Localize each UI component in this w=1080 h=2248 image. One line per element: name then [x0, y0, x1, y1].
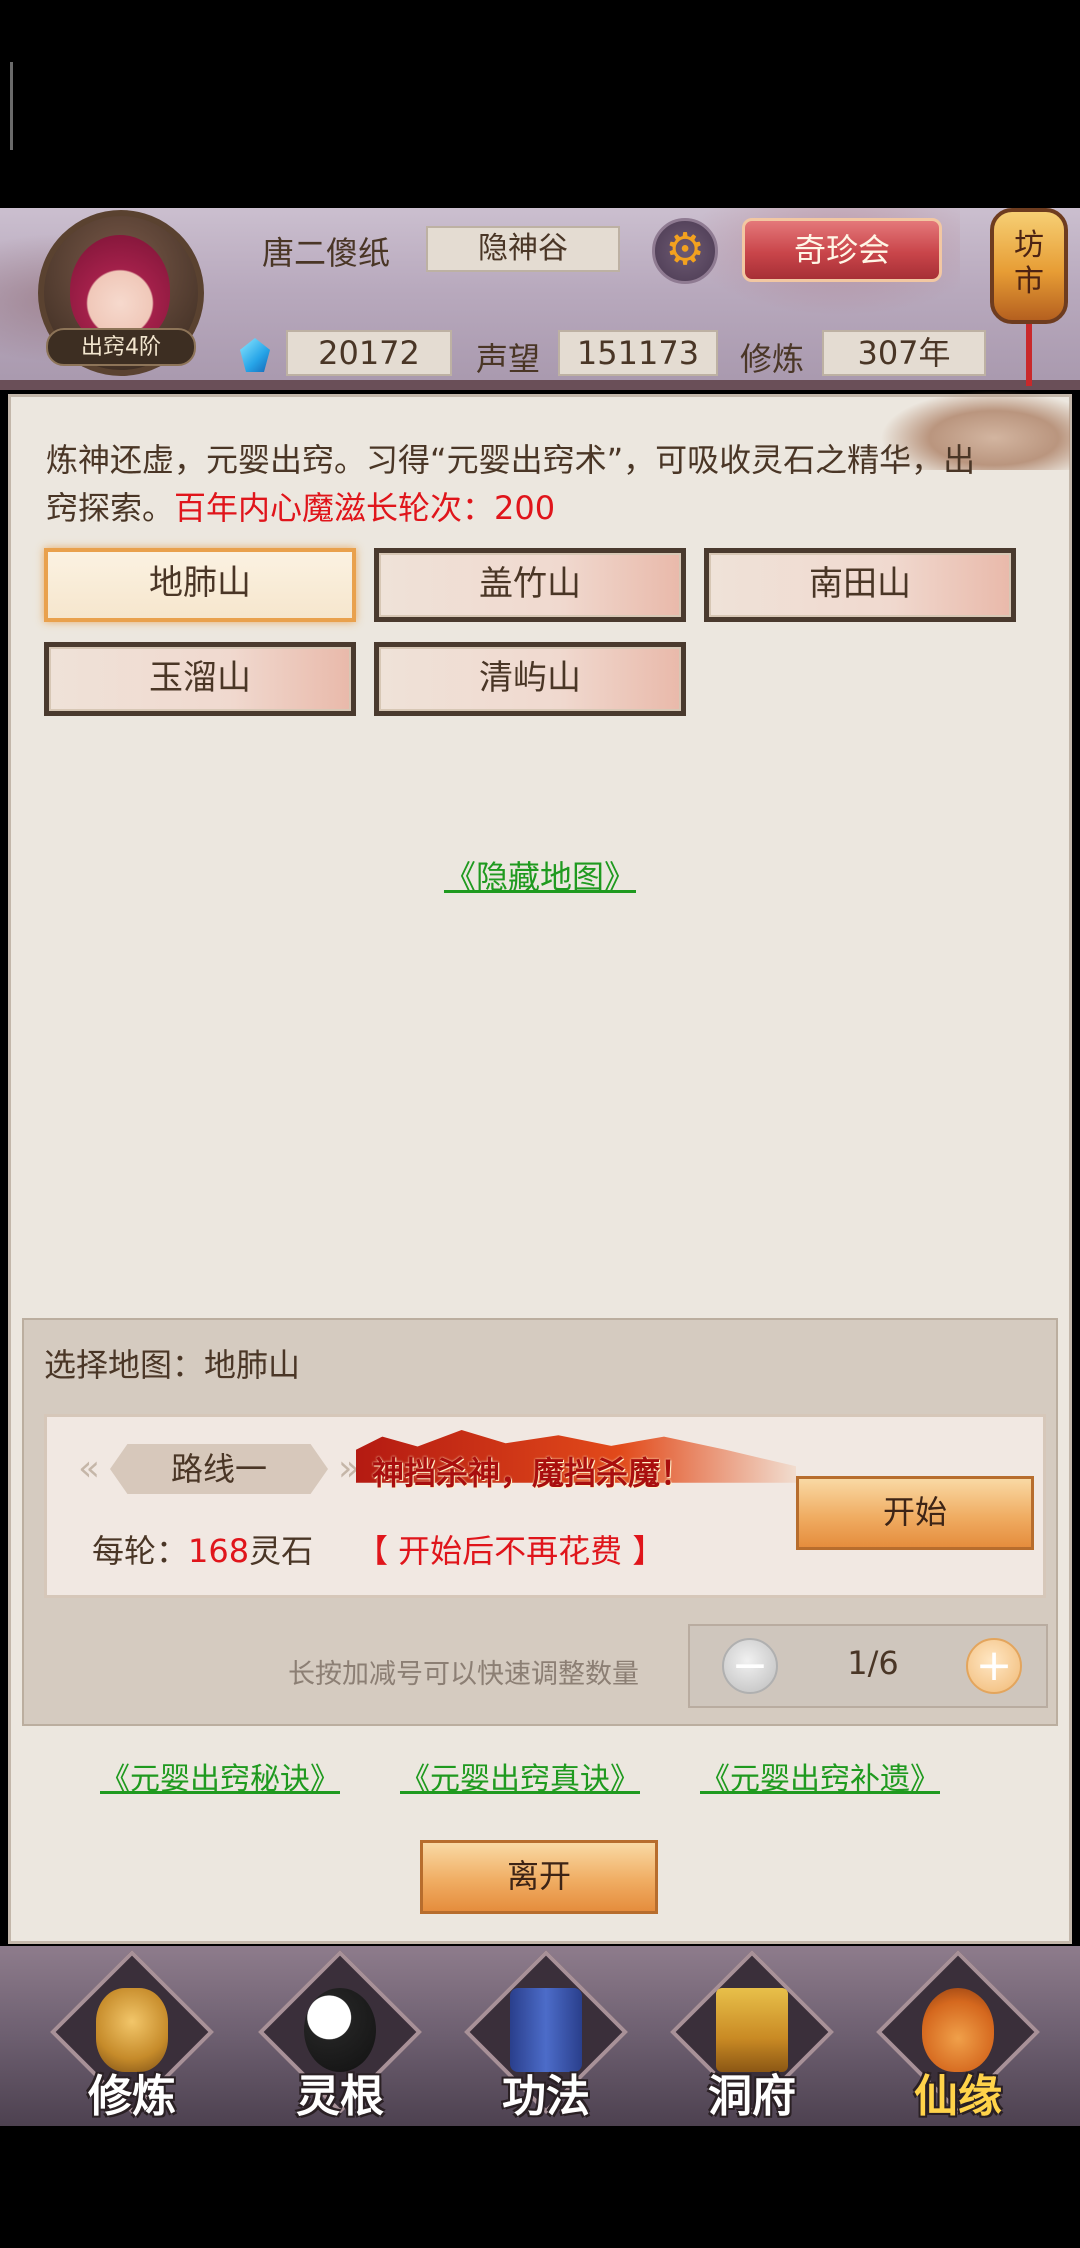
skill-description: 炼神还虚，元婴出窍。习得“元婴出窍术”，可吸收灵石之精华，出窍探索。百年内心魔滋…	[46, 436, 976, 532]
map-button-nantianshan[interactable]: 南田山	[704, 548, 1016, 622]
hidden-map-link[interactable]: 《隐藏地图》	[0, 852, 1080, 898]
round-cost: 每轮：168灵石	[92, 1526, 313, 1572]
nav-label: 修炼	[88, 2071, 176, 2122]
settings-button[interactable]: ⚙	[652, 218, 718, 284]
nav-item-cave-abode[interactable]: 洞府	[669, 1949, 835, 2122]
realm-badge: 出窍4阶	[46, 328, 196, 366]
market-lantern-button[interactable]: 坊市	[990, 208, 1068, 324]
prestige-value: 151173	[558, 330, 718, 376]
map-button-qingyushan[interactable]: 清屿山	[374, 642, 686, 716]
selected-map-label: 选择地图：地肺山	[44, 1346, 301, 1384]
header-divider	[0, 380, 1080, 390]
player-name: 唐二傻纸	[262, 234, 391, 272]
system-nav-area	[0, 2126, 1080, 2248]
minus-icon: −	[731, 1640, 769, 1691]
map-button-difeishan[interactable]: 地肺山	[44, 548, 356, 622]
increase-button[interactable]: +	[966, 1638, 1022, 1694]
spirit-stone-count: 20172	[286, 330, 452, 376]
cultivation-years: 307年	[822, 330, 986, 376]
secret-art-link[interactable]: 《元婴出窍秘诀》	[100, 1754, 340, 1798]
nav-item-cultivate[interactable]: 修炼	[49, 1949, 215, 2122]
nav-item-immortal-fate[interactable]: 仙缘	[875, 1949, 1041, 2122]
stepper-hint: 长按加减号可以快速调整数量	[288, 1659, 639, 1690]
map-button-yuliushan[interactable]: 玉溜山	[44, 642, 356, 716]
plus-icon: +	[975, 1640, 1013, 1691]
nav-label: 洞府	[708, 2071, 796, 2122]
route-slogan: 神挡杀神，魔挡杀魔！	[372, 1454, 693, 1492]
nav-item-techniques[interactable]: 功法	[463, 1949, 629, 2122]
sect-name: 隐神谷	[426, 226, 620, 272]
nav-label: 功法	[502, 2071, 590, 2122]
lantern-tassel-icon	[1026, 324, 1032, 386]
no-more-cost-note: 【 开始后不再花费 】	[356, 1532, 665, 1570]
supplement-link[interactable]: 《元婴出窍补遗》	[700, 1754, 940, 1798]
nav-item-spirit-root[interactable]: 灵根	[257, 1949, 423, 2122]
market-lantern-label: 坊市	[1014, 228, 1044, 299]
map-button-gaizhushan[interactable]: 盖竹山	[374, 548, 686, 622]
cost-unit: 灵石	[249, 1532, 314, 1570]
quantity-value: 1/6	[847, 1644, 899, 1682]
treasure-auction-button[interactable]: 奇珍会	[742, 218, 942, 282]
demon-rounds-text: 百年内心魔滋长轮次：200	[174, 489, 556, 527]
gear-icon: ⚙	[665, 224, 705, 275]
nav-label: 灵根	[296, 2071, 384, 2122]
status-bar	[0, 0, 1080, 208]
cost-prefix: 每轮：	[92, 1532, 189, 1570]
prestige-label: 声望	[476, 340, 541, 378]
nav-label: 仙缘	[914, 2071, 1002, 2122]
cultivation-label: 修炼	[740, 340, 805, 378]
status-indicator	[10, 62, 13, 150]
decrease-button[interactable]: −	[722, 1638, 778, 1694]
route-name: 路线一	[110, 1444, 328, 1494]
leave-button[interactable]: 离开	[420, 1840, 658, 1914]
start-button[interactable]: 开始	[796, 1476, 1034, 1550]
true-art-link[interactable]: 《元婴出窍真诀》	[400, 1754, 640, 1798]
cost-value: 168	[188, 1532, 250, 1570]
